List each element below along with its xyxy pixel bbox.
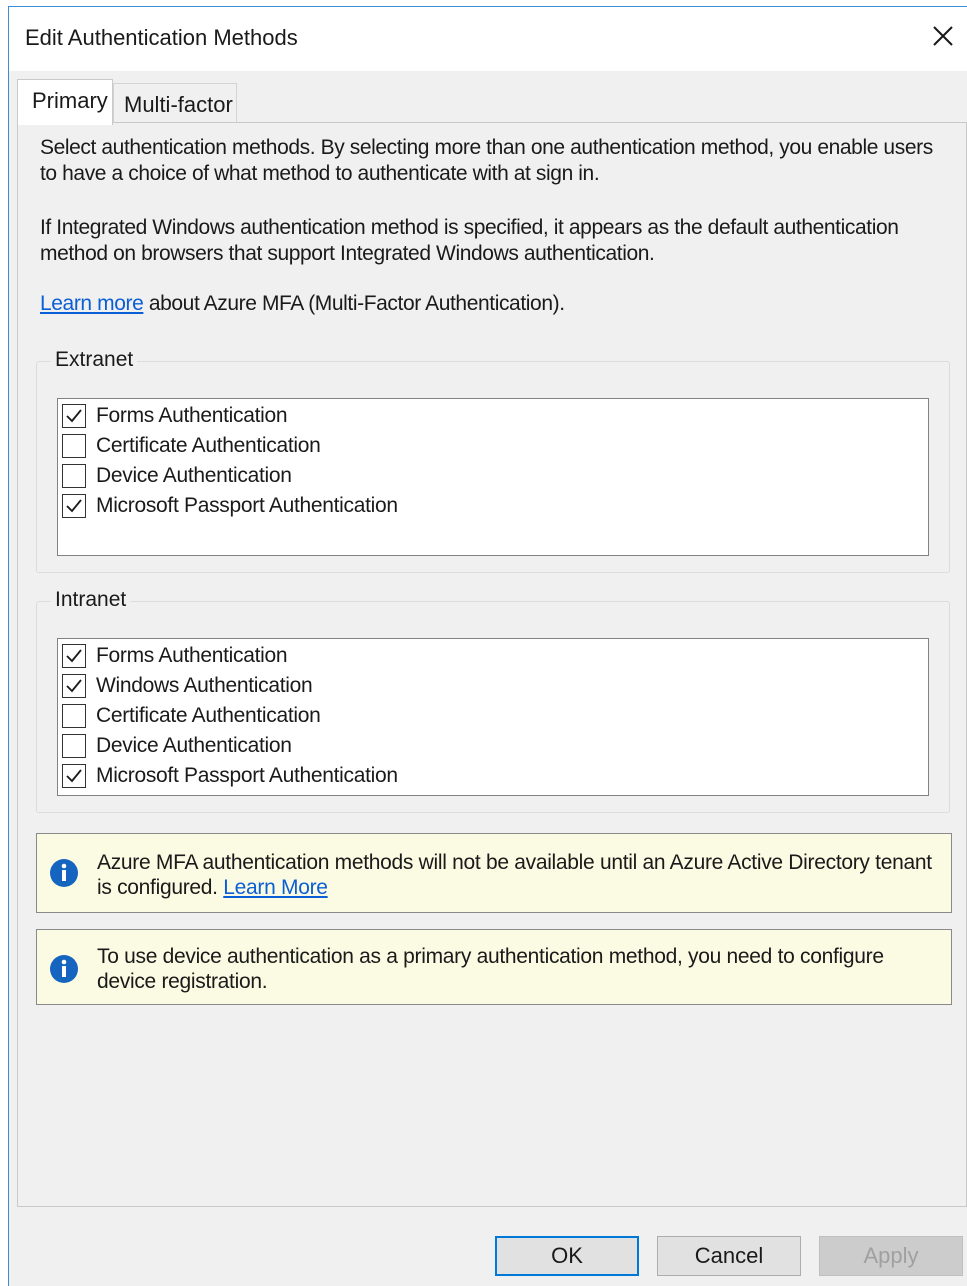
- checkmark-icon: [66, 679, 82, 693]
- tab-panel-primary: Select authentication methods. By select…: [17, 122, 967, 1207]
- intranet-item-label: Windows Authentication: [96, 674, 313, 697]
- learn-more-link[interactable]: Learn more: [40, 292, 144, 315]
- checkbox[interactable]: [62, 404, 86, 428]
- learn-more-line: Learn more about Azure MFA (Multi-Factor…: [40, 291, 950, 317]
- intranet-group: Intranet Forms Authentication Windows Aut…: [36, 588, 950, 813]
- title-bar: Edit Authentication Methods: [9, 7, 967, 71]
- dialog-body: Primary Multi-factor Select authenticati…: [9, 71, 967, 1286]
- extranet-item[interactable]: Device Authentication: [62, 461, 292, 491]
- dialog-window: Edit Authentication Methods Primary Mult…: [8, 6, 967, 1286]
- learn-more-link[interactable]: Learn More: [223, 876, 328, 899]
- extranet-item-label: Microsoft Passport Authentication: [96, 494, 398, 517]
- checkbox[interactable]: [62, 704, 86, 728]
- info-message-device-registration: To use device authentication as a primar…: [36, 929, 952, 1005]
- extranet-item[interactable]: Microsoft Passport Authentication: [62, 491, 398, 521]
- info-icon: [50, 859, 78, 887]
- description-paragraph: If Integrated Windows authentication met…: [40, 216, 899, 265]
- tab-primary[interactable]: Primary: [17, 79, 113, 125]
- intranet-item[interactable]: Microsoft Passport Authentication: [62, 761, 398, 791]
- extranet-item[interactable]: Certificate Authentication: [62, 431, 321, 461]
- tab-multi-factor[interactable]: Multi-factor: [113, 83, 237, 123]
- extranet-item-label: Certificate Authentication: [96, 434, 321, 457]
- info-icon: [50, 955, 78, 983]
- intranet-method-list[interactable]: Forms Authentication Windows Authenticati…: [57, 638, 929, 796]
- checkmark-icon: [66, 499, 82, 513]
- close-icon: [933, 26, 953, 46]
- intranet-item-label: Certificate Authentication: [96, 704, 321, 727]
- intranet-item[interactable]: Windows Authentication: [62, 671, 313, 701]
- checkbox[interactable]: [62, 674, 86, 698]
- intranet-group-label: Intranet: [51, 588, 131, 612]
- checkbox[interactable]: [62, 464, 86, 488]
- extranet-method-list[interactable]: Forms Authentication Certificate Authenti…: [57, 398, 929, 556]
- extranet-group-label: Extranet: [51, 348, 138, 372]
- extranet-group: Extranet Forms Authentication Certificate…: [36, 348, 950, 573]
- dialog-title: Edit Authentication Methods: [25, 25, 298, 50]
- intranet-item-label: Device Authentication: [96, 734, 292, 757]
- apply-button[interactable]: Apply: [819, 1236, 963, 1276]
- intranet-item[interactable]: Forms Authentication: [62, 641, 288, 671]
- description-paragraph: Select authentication methods. By select…: [40, 136, 933, 185]
- checkmark-icon: [66, 649, 82, 663]
- cancel-button[interactable]: Cancel: [657, 1236, 801, 1276]
- checkbox[interactable]: [62, 434, 86, 458]
- extranet-item-label: Device Authentication: [96, 464, 292, 487]
- checkmark-icon: [66, 409, 82, 423]
- checkmark-icon: [66, 769, 82, 783]
- extranet-item[interactable]: Forms Authentication: [62, 401, 288, 431]
- intranet-item-label: Microsoft Passport Authentication: [96, 764, 398, 787]
- checkbox[interactable]: [62, 764, 86, 788]
- info-message-azure-mfa: Azure MFA authentication methods will no…: [36, 833, 952, 913]
- intranet-item[interactable]: Certificate Authentication: [62, 701, 321, 731]
- learn-more-suffix: about Azure MFA (Multi-Factor Authentica…: [143, 292, 565, 315]
- intranet-item[interactable]: Device Authentication: [62, 731, 292, 761]
- info-message-text: Azure MFA authentication methods will no…: [97, 850, 937, 900]
- ok-button[interactable]: OK: [495, 1236, 639, 1276]
- checkbox[interactable]: [62, 494, 86, 518]
- intranet-item-label: Forms Authentication: [96, 644, 288, 667]
- checkbox[interactable]: [62, 734, 86, 758]
- info-message-text: To use device authentication as a primar…: [97, 945, 884, 993]
- checkbox[interactable]: [62, 644, 86, 668]
- close-button[interactable]: [925, 19, 961, 53]
- extranet-item-label: Forms Authentication: [96, 404, 288, 427]
